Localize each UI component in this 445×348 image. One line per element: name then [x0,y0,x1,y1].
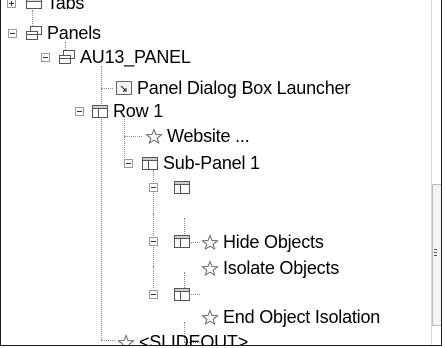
scrollbar-grip [434,249,437,250]
tree-node-tabs[interactable]: Tabs [7,0,85,14]
collapse-toggle[interactable] [124,159,133,168]
tree-node-dialog-launcher[interactable]: Panel Dialog Box Launcher [115,77,350,99]
collapse-toggle[interactable] [149,237,158,246]
collapse-toggle[interactable] [75,107,84,116]
tree-node-label: Website ... [167,125,250,146]
tree-node-slideout[interactable]: <SLIDEOUT> [117,331,249,346]
collapse-toggle[interactable] [41,53,50,62]
tree-node-row-group[interactable] [149,230,191,252]
tree-node-label: Row 1 [113,100,164,121]
panel-row-icon [173,286,191,302]
tree-node-label: Sub-Panel 1 [163,152,260,173]
scrollbar-grip [434,252,437,253]
tree-line [101,88,113,89]
tree-node-label: Panel Dialog Box Launcher [137,77,351,98]
tree-node-row-group[interactable] [149,176,191,198]
dialog-launcher-icon [115,80,133,96]
ribbon-tabs-icon [25,0,43,11]
collapse-toggle[interactable] [149,183,158,192]
customization-tree-view[interactable]: Tabs Panels AU13_PANEL Panel Dialog Box … [0,0,442,346]
tree-node-hide-objects[interactable]: Hide Objects [201,231,324,253]
tree-node-end-object-isolation[interactable]: End Object Isolation [201,306,380,328]
collapse-toggle[interactable] [8,29,17,38]
tree-node-label: AU13_PANEL [80,46,191,67]
tree-node-label: End Object Isolation [223,306,381,327]
tree-node-panels[interactable]: Panels [8,22,101,44]
tree-node-sub-panel-1[interactable]: Sub-Panel 1 [124,152,260,174]
tree-line [153,266,154,288]
tree-line [101,340,115,341]
tree-node-row-group[interactable] [149,283,191,305]
panel-row-icon [173,233,191,249]
tree-node-label: Tabs [47,0,85,13]
star-command-icon [201,234,219,251]
tree-node-label: Panels [47,22,101,43]
panel-row-icon [173,179,191,195]
tree-node-label: Isolate Objects [223,257,340,278]
panel-row-icon [141,155,159,171]
tree-node-isolate-objects[interactable]: Isolate Objects [201,257,339,279]
star-command-icon [145,128,163,145]
tree-node-label: Hide Objects [223,231,324,252]
tree-node-row-1[interactable]: Row 1 [75,100,164,122]
tree-line [153,170,154,214]
panel-row-icon [91,103,109,119]
star-command-icon [201,309,219,326]
scrollbar-grip [434,255,437,256]
tree-line [124,136,142,137]
tree-node-au13-panel[interactable]: AU13_PANEL [41,46,191,68]
ribbon-panel-icon [58,49,76,65]
tree-line [124,116,125,164]
tree-line [101,114,102,340]
expand-toggle[interactable] [7,0,16,8]
ribbon-panels-icon [25,25,43,41]
collapse-toggle[interactable] [149,290,158,299]
tree-node-label: <SLIDEOUT> [139,331,249,346]
tree-node-website[interactable]: Website ... [145,125,250,147]
star-command-icon [117,334,135,345]
star-command-icon [201,260,219,277]
